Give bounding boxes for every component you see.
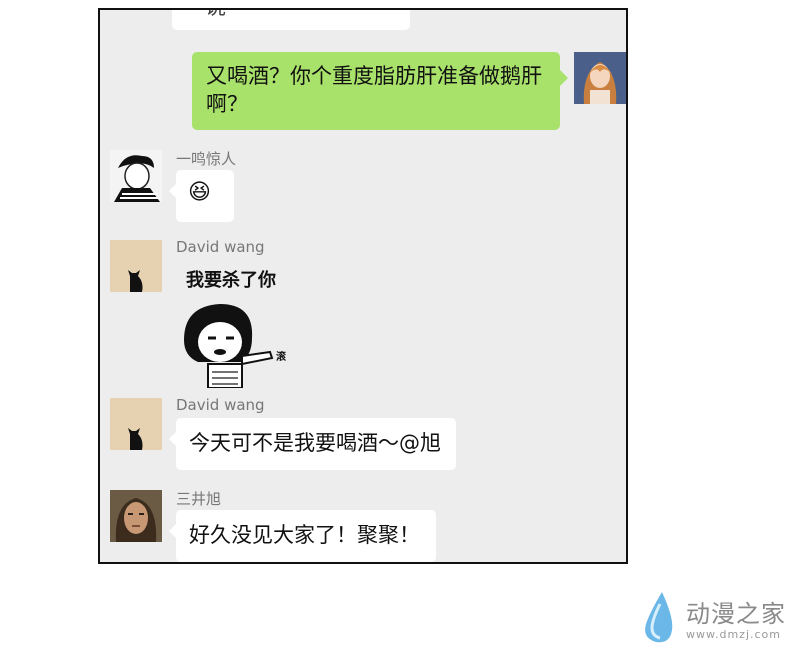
sender-name: 三井旭	[176, 490, 222, 508]
black-cat-avatar-icon	[110, 240, 162, 292]
sticker-message[interactable]: 我要杀了你 滚	[176, 262, 316, 388]
panda-head-meme-icon	[184, 304, 274, 388]
sender-name: David wang	[176, 396, 265, 414]
text-message-bubble[interactable]: 好久没见大家了！聚聚！	[169, 510, 436, 562]
sender-avatar[interactable]	[110, 398, 162, 450]
sticker-caption: 我要杀了你	[186, 270, 276, 291]
message-text: 今天可不是我要喝酒～@旭	[189, 431, 441, 455]
anime-girl-avatar-icon	[574, 52, 626, 104]
partial-message-text: 一说	[184, 10, 226, 19]
sender-name: 一鸣惊人	[176, 150, 237, 168]
sent-message-bubble[interactable]: 又喝酒？你个重度脂肪肝准备做鹅肝啊？	[192, 52, 568, 130]
my-avatar[interactable]	[574, 52, 626, 104]
sender-name: David wang	[176, 238, 265, 256]
message-text: 好久没见大家了！聚聚！	[189, 523, 420, 547]
sketch-man-avatar-icon	[110, 150, 162, 202]
partial-message-bubble: 一说	[172, 10, 410, 30]
sent-message-text: 又喝酒？你个重度脂肪肝准备做鹅肝啊？	[206, 64, 542, 116]
emoji-message-bubble[interactable]: 😆	[169, 170, 234, 222]
text-message-bubble[interactable]: 今天可不是我要喝酒～@旭	[169, 418, 456, 470]
sender-avatar[interactable]	[110, 240, 162, 292]
watermark-url: www.dmzj.com	[686, 628, 781, 641]
sticker-aside-text: 滚	[276, 352, 286, 363]
grinning-emoji-icon: 😆	[188, 180, 211, 205]
water-drop-logo-icon	[645, 592, 673, 643]
black-cat-avatar-icon	[110, 398, 162, 450]
watermark-brand: 动漫之家	[686, 600, 786, 628]
watermark: 动漫之家 www.dmzj.com	[640, 590, 796, 648]
chat-window: 一说 又喝酒？你个重度脂肪肝准备做鹅肝啊？ 一鸣惊人 😆	[98, 8, 628, 564]
sender-avatar[interactable]	[110, 150, 162, 202]
long-hair-man-avatar-icon	[110, 490, 162, 542]
sender-avatar[interactable]	[110, 490, 162, 542]
